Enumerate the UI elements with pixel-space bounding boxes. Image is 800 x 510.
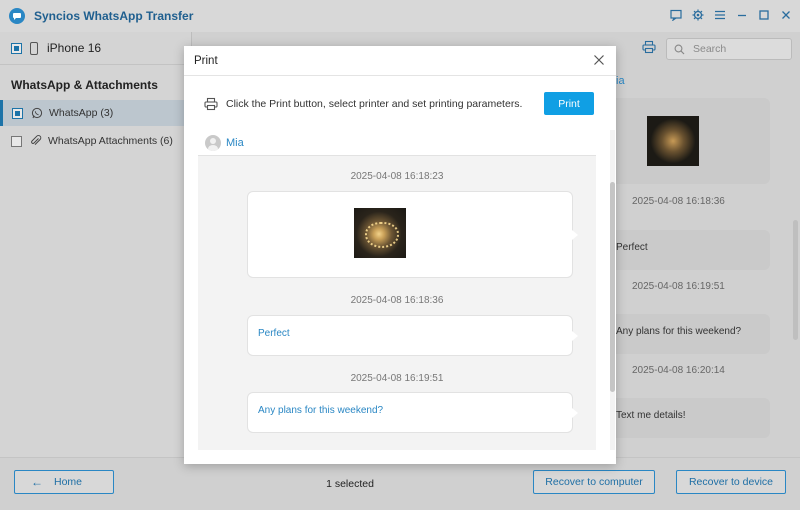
message-photo[interactable] [354, 208, 406, 258]
home-button-label: Home [53, 476, 82, 488]
arrow-left-icon: ← [31, 475, 43, 489]
maximize-icon[interactable] [756, 7, 772, 23]
chat-scrollbar-thumb[interactable] [793, 220, 798, 340]
attachments-checkbox[interactable] [11, 135, 22, 147]
chat-scrollbar[interactable] [792, 70, 800, 457]
search-box[interactable] [666, 38, 792, 60]
window-controls [668, 7, 794, 23]
device-checkbox[interactable] [11, 42, 22, 54]
phone-icon [30, 41, 38, 55]
print-instruction: Click the Print button, select printer a… [226, 98, 523, 110]
chat-photo[interactable] [647, 116, 699, 166]
chat-bubble: Any plans for this weekend? [600, 314, 770, 354]
chat-text: Any plans for this weekend? [616, 326, 742, 337]
message-timestamp: 2025-04-08 16:19:51 [350, 373, 444, 384]
minimize-icon[interactable] [734, 7, 750, 23]
preview-scrollbar-thumb[interactable] [610, 182, 615, 392]
search-input[interactable] [693, 43, 783, 55]
search-icon [674, 44, 685, 54]
sidebar-item-attachments[interactable]: WhatsApp Attachments (6) [0, 128, 191, 154]
message-timestamp: 2025-04-08 16:18:36 [350, 295, 444, 306]
chat-text: Perfect [616, 242, 648, 253]
avatar [205, 134, 221, 151]
toolbar [640, 38, 658, 56]
sidebar: iPhone 16 WhatsApp & Attachments WhatsAp… [0, 32, 192, 457]
bottom-bar: ← Home 1 selected Recover to computer Re… [0, 457, 800, 510]
app-title: Syncios WhatsApp Transfer [34, 9, 194, 23]
recover-to-device-button[interactable]: Recover to device [676, 470, 786, 494]
whatsapp-checkbox[interactable] [12, 107, 23, 119]
selected-count: 1 selected [326, 478, 374, 490]
close-icon[interactable] [592, 53, 606, 67]
contact-name: Mia [226, 136, 244, 149]
sidebar-item-whatsapp[interactable]: WhatsApp (3) [0, 100, 191, 126]
device-row[interactable]: iPhone 16 [0, 32, 191, 65]
print-dialog: Print Click the Print button, select pri… [184, 46, 616, 464]
settings-icon[interactable] [690, 7, 706, 23]
printer-icon [204, 97, 218, 111]
close-icon[interactable] [778, 7, 794, 23]
menu-icon[interactable] [712, 7, 728, 23]
title-bar: Syncios WhatsApp Transfer [0, 0, 800, 32]
chat-timestamp: 2025-04-08 16:18:36 [632, 196, 725, 207]
dialog-header: Print [184, 46, 616, 76]
chat-contact-name: ia [616, 75, 625, 87]
section-title: WhatsApp & Attachments [11, 78, 158, 92]
home-button[interactable]: ← Home [14, 470, 114, 494]
device-name: iPhone 16 [47, 41, 102, 55]
whatsapp-icon [30, 107, 43, 120]
feedback-icon[interactable] [668, 7, 684, 23]
sidebar-item-label: WhatsApp Attachments (6) [48, 135, 173, 147]
message-bubble: Any plans for this weekend? [247, 392, 578, 433]
paperclip-icon [29, 135, 42, 148]
message-text: Perfect [258, 328, 290, 339]
chat-timestamp: 2025-04-08 16:20:14 [632, 365, 725, 376]
print-button[interactable]: Print [544, 92, 594, 115]
chat-text: Text me details! [616, 410, 686, 421]
contact-row: Mia [198, 130, 596, 156]
message-timestamp: 2025-04-08 16:18:23 [350, 171, 444, 182]
sidebar-item-label: WhatsApp (3) [49, 107, 114, 119]
chat-timestamp: 2025-04-08 16:19:51 [632, 281, 725, 292]
printer-icon[interactable] [640, 38, 658, 56]
recover-to-computer-button[interactable]: Recover to computer [533, 470, 655, 494]
message-bubble: Perfect [247, 315, 578, 356]
chat-bubble: Perfect [600, 230, 770, 270]
print-preview: Mia 2025-04-08 16:18:23 2025-04-08 16:18… [198, 130, 596, 450]
message-bubble [247, 191, 578, 278]
preview-scrollbar[interactable] [608, 130, 616, 450]
dialog-title: Print [194, 54, 218, 67]
chat-bubble: Text me details! [600, 398, 770, 438]
message-text: Any plans for this weekend? [258, 405, 384, 416]
app-logo-icon [9, 8, 25, 24]
